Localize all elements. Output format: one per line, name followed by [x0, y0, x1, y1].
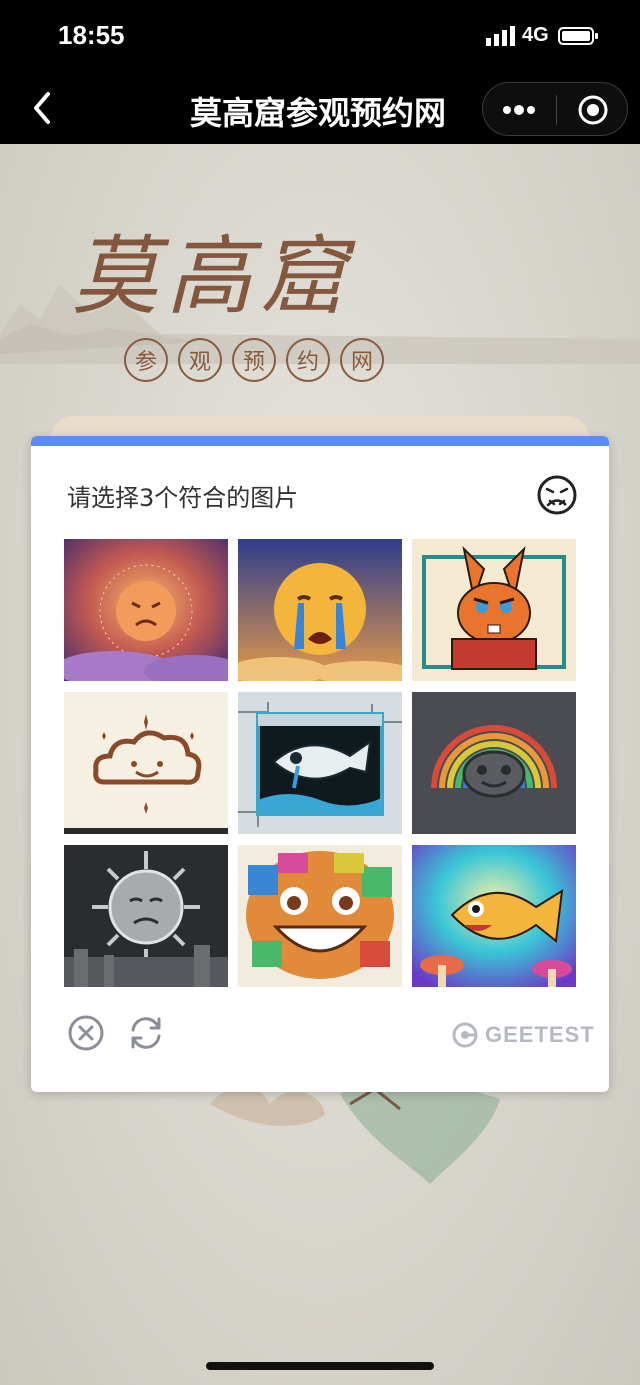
refresh-icon[interactable] — [125, 1014, 167, 1052]
network-label: 4G — [522, 24, 549, 46]
signal-icon — [486, 26, 515, 46]
captcha-prompt: 请选择3个符合的图片 — [67, 484, 299, 512]
captcha-tile-crying-fish[interactable] — [238, 692, 402, 834]
status-time: 18:55 — [58, 20, 125, 50]
geetest-label: GEETEST — [485, 1022, 595, 1047]
status-bar: 18:55 4G — [0, 0, 640, 76]
captcha-accent-bar — [31, 436, 609, 446]
seal-char: 参 — [124, 338, 168, 382]
captcha-tile-happy-fish[interactable] — [412, 845, 576, 987]
geetest-logo-icon — [452, 1022, 478, 1048]
captcha-tile-crying-sun[interactable] — [64, 845, 228, 987]
seal-char: 预 — [232, 338, 276, 382]
more-dots-icon[interactable] — [483, 83, 556, 137]
captcha-tile-crying-face[interactable] — [238, 539, 402, 681]
page-title: 莫高窟参观预约网 — [189, 94, 446, 132]
cloud-decoration — [210, 1081, 500, 1184]
captcha-image-grid — [64, 539, 576, 987]
seal-char: 约 — [286, 338, 330, 382]
home-indicator — [206, 1362, 434, 1370]
seal-char: 观 — [178, 338, 222, 382]
captcha-tile-angry-rabbit[interactable] — [412, 539, 576, 681]
back-chevron-icon[interactable] — [26, 88, 66, 128]
close-circle-icon[interactable] — [67, 1014, 105, 1052]
seal-char: 网 — [340, 338, 384, 382]
captcha-tile-angry-sun[interactable] — [64, 539, 228, 681]
captcha-dialog: 请选择3个符合的图片 GEETEST — [31, 436, 609, 1092]
nav-bar: 莫高窟参观预约网 — [0, 76, 640, 144]
captcha-tile-smiling-cloud[interactable] — [64, 692, 228, 834]
target-icon[interactable] — [557, 83, 629, 137]
site-logo: 莫高窟 — [72, 227, 354, 327]
logo-subtitle: 参 观 预 约 网 — [124, 338, 384, 382]
captcha-tile-rainbow-face[interactable] — [412, 692, 576, 834]
geetest-brand: GEETEST — [451, 1020, 595, 1050]
captcha-tile-pixel-smile[interactable] — [238, 845, 402, 987]
angry-face-icon[interactable] — [536, 474, 578, 516]
battery-icon — [558, 27, 598, 45]
mini-program-capsule — [482, 82, 628, 136]
